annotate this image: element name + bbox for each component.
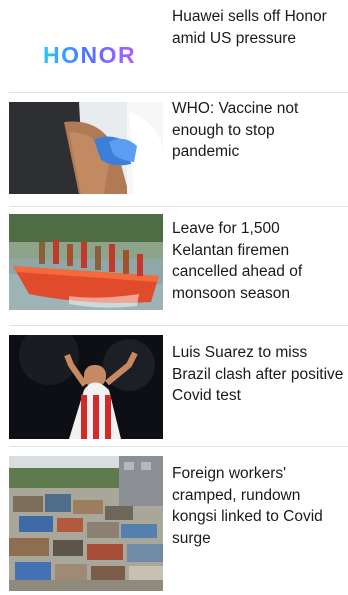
news-headline[interactable]: Huawei sells off Honor amid US pressure: [172, 6, 344, 49]
honor-logo: HONOR: [43, 42, 137, 68]
footballer-photo[interactable]: [9, 335, 163, 439]
news-item[interactable]: HONOR Huawei sells off Honor amid US pre…: [0, 0, 348, 92]
vaccine-injection-photo[interactable]: [9, 102, 163, 194]
news-headline[interactable]: WHO: Vaccine not enough to stop pandemic: [172, 98, 344, 163]
news-item[interactable]: Foreign workers' cramped, rundown kongsi…: [0, 447, 348, 595]
news-headline[interactable]: Leave for 1,500 Kelantan firemen cancell…: [172, 218, 344, 304]
news-item[interactable]: Leave for 1,500 Kelantan firemen cancell…: [0, 207, 348, 325]
news-headline[interactable]: Luis Suarez to miss Brazil clash after p…: [172, 342, 344, 407]
news-item[interactable]: WHO: Vaccine not enough to stop pandemic: [0, 93, 348, 205]
news-headline[interactable]: Foreign workers' cramped, rundown kongsi…: [172, 463, 344, 549]
news-item[interactable]: Luis Suarez to miss Brazil clash after p…: [0, 326, 348, 446]
honor-logo-image[interactable]: HONOR: [9, 8, 163, 84]
kongsi-settlement-photo[interactable]: [9, 456, 163, 591]
news-feed: HONOR Huawei sells off Honor amid US pre…: [0, 0, 348, 595]
firemen-boat-photo[interactable]: [9, 214, 163, 310]
